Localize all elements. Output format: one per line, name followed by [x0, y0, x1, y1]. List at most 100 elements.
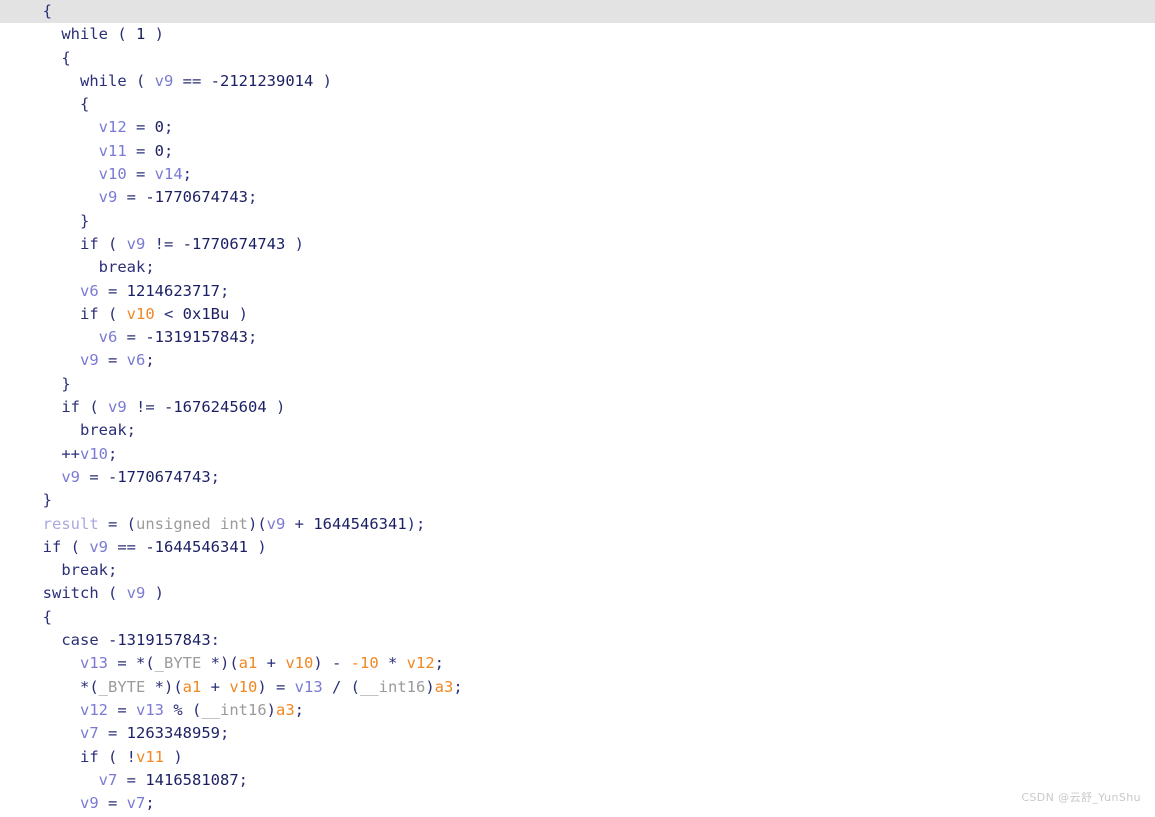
- code-token-kw: if: [80, 234, 99, 253]
- code-token-punct: ==: [173, 71, 211, 90]
- code-token-num: -2121239014: [210, 71, 314, 90]
- code-line[interactable]: if ( v10 < 0x1Bu ): [0, 303, 1155, 326]
- code-token-punct: (: [98, 234, 127, 253]
- code-token-hl: a3: [434, 677, 454, 696]
- code-line[interactable]: v12 = 0;: [0, 116, 1155, 139]
- code-token-var: v6: [126, 351, 146, 370]
- code-token-kw: if: [80, 747, 99, 766]
- code-token-punct: [24, 584, 43, 602]
- code-line[interactable]: v9 = -1770674743;: [0, 466, 1155, 489]
- code-line[interactable]: v13 = *(_BYTE *)(a1 + v10) - -10 * v12;: [0, 652, 1155, 675]
- code-token-punct: {: [61, 48, 71, 67]
- code-token-var: v13: [294, 677, 323, 696]
- code-line[interactable]: v7 = 1263348959;: [0, 722, 1155, 745]
- code-token-var: v10: [98, 165, 127, 184]
- code-token-punct: ): [285, 234, 304, 253]
- code-token-punct: [24, 515, 43, 533]
- code-token-punct: [24, 25, 61, 43]
- code-token-punct: [24, 212, 80, 230]
- code-line[interactable]: v10 = v14;: [0, 163, 1155, 186]
- code-token-kw: switch: [42, 584, 99, 603]
- code-line[interactable]: {: [0, 0, 1155, 24]
- code-line[interactable]: {: [0, 606, 1155, 629]
- code-line[interactable]: ++v10;: [0, 443, 1155, 466]
- code-line[interactable]: if ( v9 == -1644546341 ): [0, 536, 1155, 559]
- code-line[interactable]: break;: [0, 559, 1155, 582]
- code-token-punct: ;: [108, 561, 118, 580]
- code-line[interactable]: }: [0, 210, 1155, 233]
- code-token-num: 1263348959: [126, 724, 220, 743]
- code-token-num: -1770674743: [145, 188, 248, 207]
- code-token-punct: =: [126, 165, 155, 184]
- code-token-punct: *)(: [145, 677, 183, 696]
- code-token-punct: [24, 258, 99, 276]
- code-token-hl: v10: [229, 677, 258, 696]
- code-line[interactable]: v9 = v6;: [0, 349, 1155, 372]
- code-token-punct: [24, 608, 43, 626]
- code-token-kw: while: [61, 25, 108, 44]
- code-line[interactable]: while ( 1 ): [0, 23, 1155, 46]
- code-line[interactable]: {: [0, 47, 1155, 70]
- code-line[interactable]: }: [0, 489, 1155, 512]
- code-token-punct: / (: [322, 677, 360, 696]
- code-token-punct: ;: [164, 118, 174, 137]
- code-token-punct: [24, 328, 99, 346]
- code-token-punct: [24, 724, 80, 742]
- code-token-punct: [24, 538, 43, 556]
- code-line[interactable]: while ( v9 == -2121239014 ): [0, 70, 1155, 93]
- code-line[interactable]: v9 = v7;: [0, 792, 1155, 815]
- code-token-var: v14: [154, 165, 183, 184]
- code-token-punct: =: [126, 118, 155, 137]
- code-line[interactable]: }: [0, 373, 1155, 396]
- code-token-hl: a1: [182, 677, 202, 696]
- code-token-kw: case: [61, 631, 99, 650]
- code-token-punct: [24, 118, 99, 136]
- code-line[interactable]: result = (unsigned int)(v9 + 1644546341)…: [0, 513, 1155, 536]
- code-token-punct: [24, 95, 80, 113]
- code-line[interactable]: case -1319157843:: [0, 629, 1155, 652]
- code-line[interactable]: {: [0, 93, 1155, 116]
- code-line[interactable]: break;: [0, 256, 1155, 279]
- code-token-var: v9: [154, 71, 174, 90]
- code-token-punct: ;: [108, 444, 118, 463]
- code-token-punct: [24, 49, 61, 67]
- code-token-punct: ): [145, 584, 165, 603]
- code-token-punct: [24, 421, 80, 439]
- code-token-var: v9: [108, 398, 127, 417]
- code-line[interactable]: v11 = 0;: [0, 140, 1155, 163]
- code-token-punct: =: [98, 724, 127, 743]
- code-token-punct: ;: [145, 794, 155, 813]
- code-token-punct: ;: [145, 258, 155, 277]
- code-line[interactable]: *(_BYTE *)(a1 + v10) = v13 / (__int16)a3…: [0, 676, 1155, 699]
- code-token-punct: <: [154, 304, 183, 323]
- code-line[interactable]: v7 = 1416581087;: [0, 769, 1155, 792]
- code-line[interactable]: v6 = 1214623717;: [0, 280, 1155, 303]
- code-line[interactable]: break;: [0, 419, 1155, 442]
- code-line[interactable]: switch ( v9 ): [0, 582, 1155, 605]
- code-token-kw: break: [61, 561, 108, 580]
- code-token-punct: =: [98, 351, 127, 370]
- code-lines-container[interactable]: { while ( 1 ) { while ( v9 == -212123901…: [0, 0, 1155, 815]
- code-token-type: _BYTE: [154, 654, 202, 673]
- code-token-punct: }: [80, 211, 90, 230]
- code-token-punct: [24, 771, 99, 789]
- code-token-punct: ): [229, 304, 249, 323]
- pseudocode-view[interactable]: { while ( 1 ) { while ( v9 == -212123901…: [0, 0, 1155, 817]
- code-line[interactable]: v6 = -1319157843;: [0, 326, 1155, 349]
- code-token-punct: ): [145, 25, 165, 44]
- code-token-var: v6: [80, 281, 99, 300]
- code-line[interactable]: v12 = v13 % (__int16)a3;: [0, 699, 1155, 722]
- code-line[interactable]: if ( !v11 ): [0, 746, 1155, 769]
- code-token-kw: if: [80, 304, 99, 323]
- code-token-punct: [24, 748, 80, 766]
- code-token-punct: }: [61, 374, 71, 393]
- code-token-punct: [24, 398, 61, 416]
- code-token-var: v12: [98, 118, 127, 137]
- code-token-punct: (: [61, 537, 90, 556]
- code-token-num: -1644546341: [145, 537, 248, 556]
- code-line[interactable]: if ( v9 != -1676245604 ): [0, 396, 1155, 419]
- code-token-punct: ;: [182, 165, 192, 184]
- code-token-var: v10: [80, 444, 108, 463]
- code-line[interactable]: v9 = -1770674743;: [0, 186, 1155, 209]
- code-line[interactable]: if ( v9 != -1770674743 ): [0, 233, 1155, 256]
